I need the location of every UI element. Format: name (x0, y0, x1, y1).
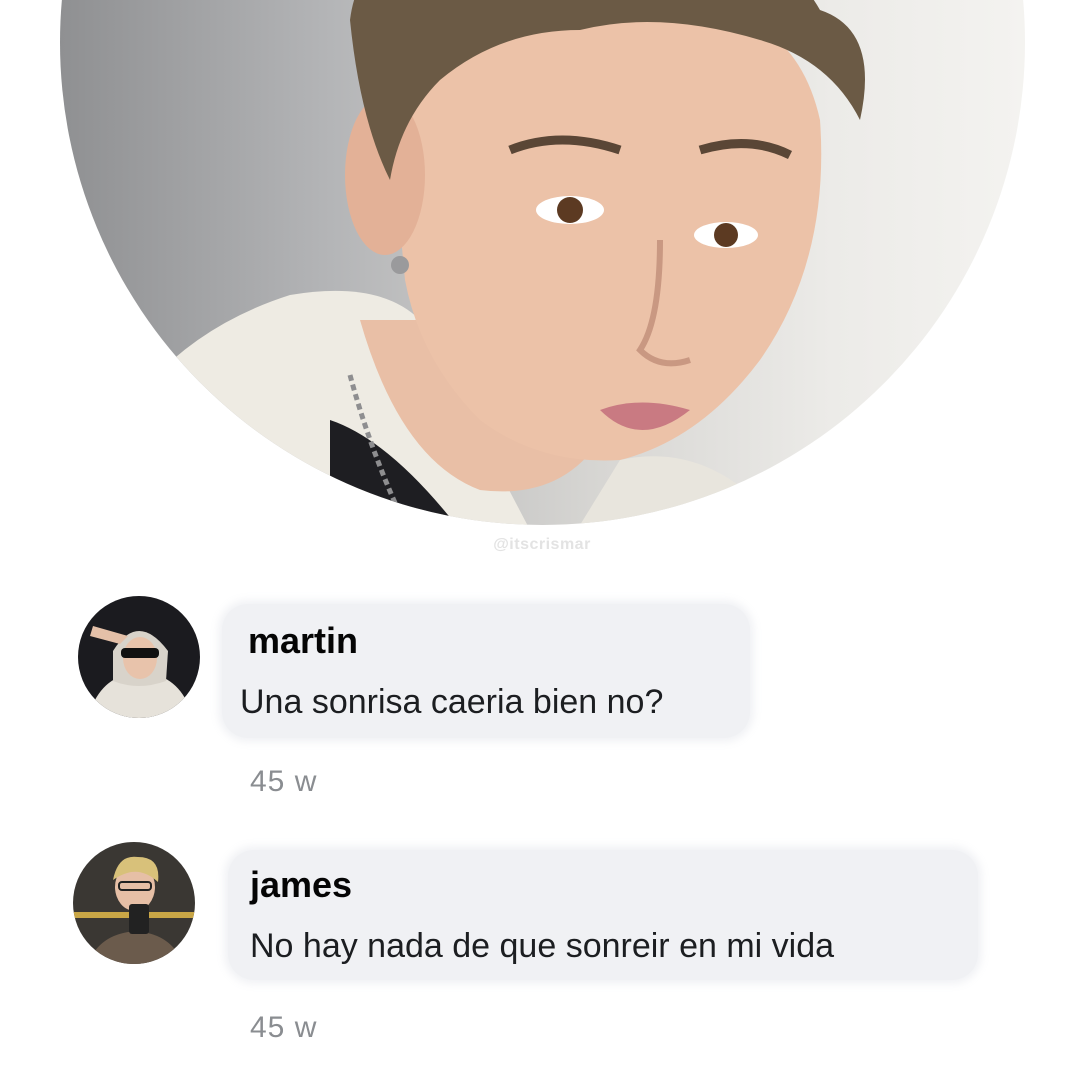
profile-photo-frame (0, 0, 1084, 530)
post-screenshot: @itscrismar martin Una sonrisa caeria bi… (0, 0, 1084, 1080)
comment-timestamp[interactable]: 45 w (250, 765, 317, 799)
comment-text: No hay nada de que sonreir en mi vida (250, 927, 835, 965)
avatar[interactable] (78, 596, 200, 718)
comment-username[interactable]: james (250, 864, 352, 906)
watermark: @itscrismar (493, 536, 591, 553)
comment-username[interactable]: martin (248, 620, 358, 662)
profile-photo[interactable] (60, 0, 1025, 525)
avatar[interactable] (73, 842, 195, 964)
comment-timestamp[interactable]: 45 w (250, 1011, 317, 1045)
comment-text: Una sonrisa caeria bien no? (240, 683, 664, 721)
